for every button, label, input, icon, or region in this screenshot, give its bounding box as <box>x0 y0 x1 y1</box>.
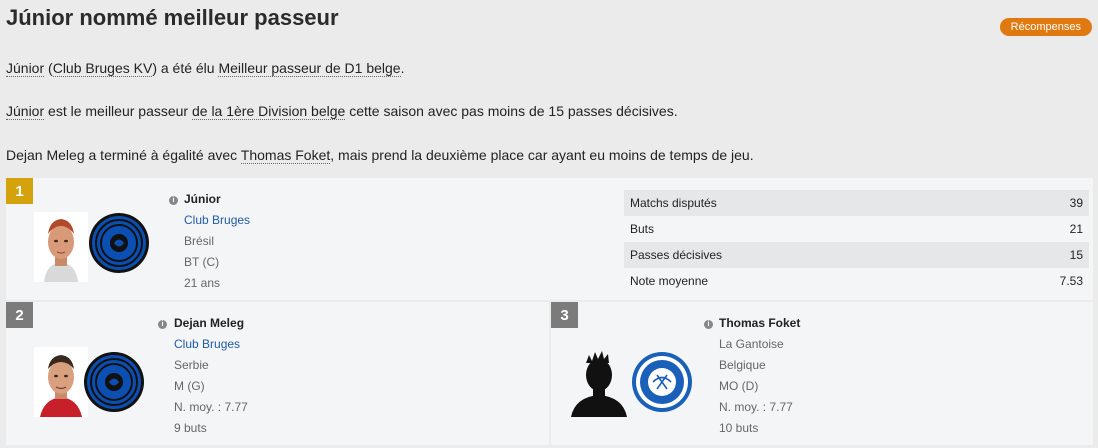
average-rating: N. moy. : 7.77 <box>174 400 248 414</box>
third-place-panel: 3 i Thomas Foket La Gantoise Belgique MO… <box>551 302 1093 445</box>
stat-row: Matchs disputés 39 <box>624 190 1089 216</box>
text: est le meilleur passeur <box>44 103 192 119</box>
rank-badge: 2 <box>6 302 33 328</box>
first-place-panel: 1 i Júnior Club Bruges Brésil BT (C) 21 … <box>6 178 1093 300</box>
player-silhouette-icon <box>571 351 627 417</box>
nationality: Serbie <box>174 358 209 372</box>
player-info: Dejan Meleg Club Bruges Serbie M (G) N. … <box>174 313 248 439</box>
club-link[interactable]: Club Bruges <box>184 210 250 231</box>
second-place-panel: 2 i Dejan Meleg Club Bruges Serbie M (G)… <box>6 302 549 445</box>
rank-badge: 3 <box>551 302 578 328</box>
stat-label: Passes décisives <box>630 248 723 262</box>
club-gent-crest-icon <box>632 352 692 412</box>
text: . <box>400 60 405 76</box>
stat-label: Matchs disputés <box>630 196 717 210</box>
stat-label: Buts <box>630 222 655 236</box>
club-bruges-crest-icon <box>84 352 144 412</box>
text: a terminé à égalité avec <box>84 147 241 163</box>
stat-value: 21 <box>1069 222 1083 236</box>
stat-value: 39 <box>1069 196 1083 210</box>
awards-badge[interactable]: Récompenses <box>999 18 1092 36</box>
paragraph-1: Júnior (Club Bruges KV) a été élu Meille… <box>6 60 405 77</box>
award-link[interactable]: Meilleur passeur de D1 belge <box>218 60 401 77</box>
club-link[interactable]: Club Bruges <box>174 334 248 355</box>
goals: 9 buts <box>174 421 207 435</box>
paragraph-3: Dejan Meleg a terminé à égalité avec Tho… <box>6 147 754 164</box>
age: 21 ans <box>184 276 221 290</box>
paragraph-2: Júnior est le meilleur passeur de la 1èr… <box>6 103 678 120</box>
player-portrait <box>34 212 88 282</box>
position: MO (D) <box>719 379 759 393</box>
player-link[interactable]: Dejan Meleg <box>6 147 85 163</box>
stat-label: Note moyenne <box>630 274 709 288</box>
page-title: Júnior nommé meilleur passeur <box>6 5 339 30</box>
player-portrait <box>34 347 88 417</box>
stat-row: Note moyenne 7.53 <box>624 268 1089 294</box>
info-icon[interactable]: i <box>169 196 178 205</box>
info-icon[interactable]: i <box>158 320 167 329</box>
player-link[interactable]: Thomas Foket <box>240 147 331 164</box>
stat-value: 15 <box>1069 248 1083 262</box>
stats-table: Matchs disputés 39 Buts 21 Passes décisi… <box>624 190 1089 294</box>
player-name[interactable]: Dejan Meleg <box>174 313 248 334</box>
nationality: Brésil <box>184 234 215 248</box>
stat-value: 7.53 <box>1059 274 1083 288</box>
stat-row: Passes décisives 15 <box>624 242 1089 268</box>
text: cette saison avec pas moins de 15 passes… <box>345 103 678 119</box>
text: , mais prend la deuxième place car ayant… <box>330 147 754 163</box>
club-name[interactable]: La Gantoise <box>719 334 800 355</box>
club-link[interactable]: Club Bruges KV <box>52 60 153 77</box>
rank-badge: 1 <box>6 178 33 204</box>
club-bruges-crest-icon <box>89 213 149 273</box>
player-name[interactable]: Thomas Foket <box>719 313 800 334</box>
player-info: Júnior Club Bruges Brésil BT (C) 21 ans <box>184 189 250 294</box>
nationality: Belgique <box>719 358 766 372</box>
goals: 10 buts <box>719 421 759 435</box>
average-rating: N. moy. : 7.77 <box>719 400 793 414</box>
player-link[interactable]: Júnior <box>6 60 45 77</box>
player-info: Thomas Foket La Gantoise Belgique MO (D)… <box>719 313 800 439</box>
league-link[interactable]: de la 1ère Division belge <box>191 103 346 120</box>
info-icon[interactable]: i <box>704 320 713 329</box>
text: ( <box>44 60 53 76</box>
player-name[interactable]: Júnior <box>184 189 250 210</box>
player-link[interactable]: Júnior <box>6 103 45 120</box>
text: ) a été élu <box>152 60 219 76</box>
position: M (G) <box>174 379 205 393</box>
stat-row: Buts 21 <box>624 216 1089 242</box>
position: BT (C) <box>184 255 220 269</box>
